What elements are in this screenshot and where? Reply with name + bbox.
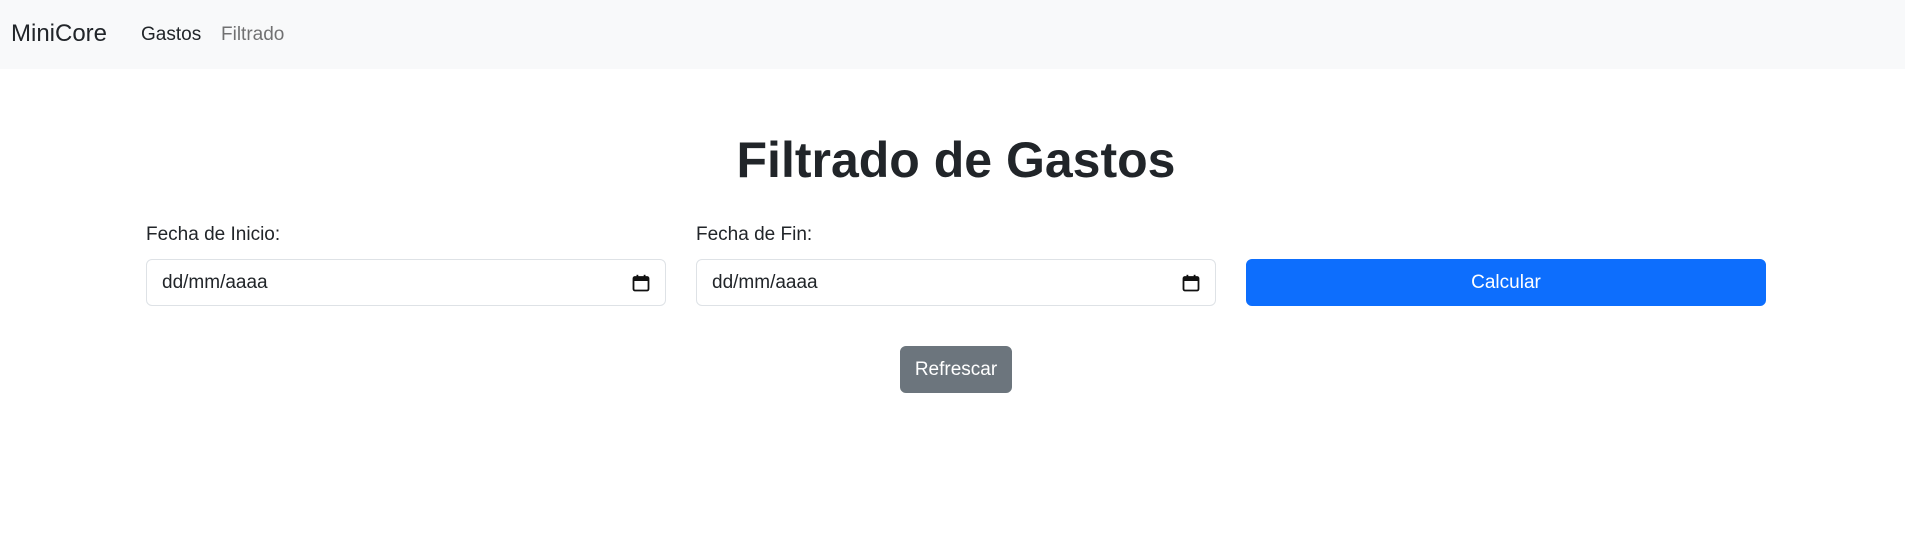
nav-link-filtrado[interactable]: Filtrado bbox=[221, 22, 284, 48]
end-date-value: dd/mm/aaaa bbox=[712, 271, 818, 293]
page-title: Filtrado de Gastos bbox=[736, 132, 1176, 188]
nav-link-gastos[interactable]: Gastos bbox=[141, 22, 201, 48]
navbar-brand[interactable]: MiniCore bbox=[11, 19, 107, 49]
refresh-button[interactable]: Refrescar bbox=[900, 346, 1012, 393]
start-date-input[interactable]: dd/mm/aaaa bbox=[146, 259, 666, 306]
navbar: MiniCore Gastos Filtrado bbox=[0, 0, 1905, 69]
start-date-label: Fecha de Inicio: bbox=[146, 224, 281, 245]
calendar-icon[interactable] bbox=[1181, 273, 1201, 293]
end-date-input[interactable]: dd/mm/aaaa bbox=[696, 259, 1216, 306]
calculate-button[interactable]: Calcular bbox=[1246, 259, 1766, 306]
calendar-icon[interactable] bbox=[631, 273, 651, 293]
end-date-label: Fecha de Fin: bbox=[696, 224, 813, 245]
start-date-value: dd/mm/aaaa bbox=[162, 271, 268, 293]
